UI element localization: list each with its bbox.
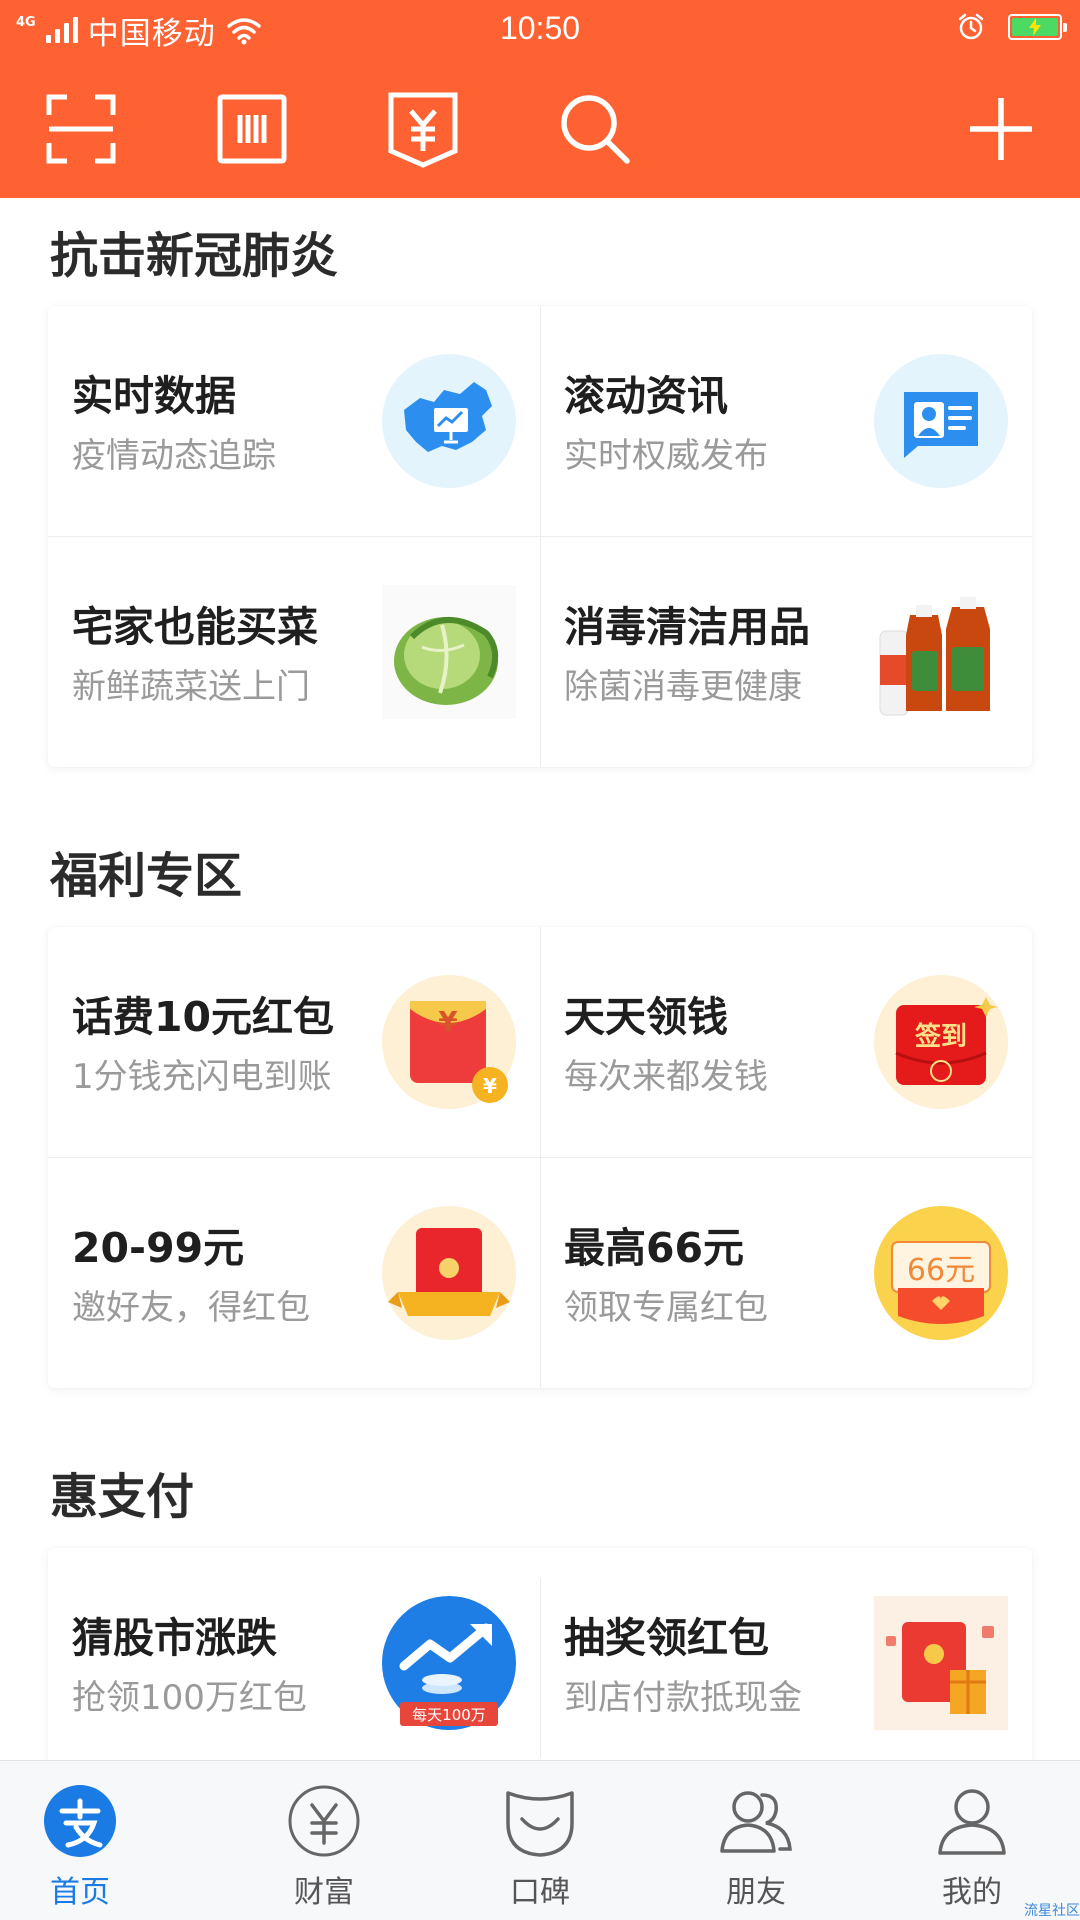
- koubei-smile-icon: [506, 1791, 574, 1857]
- welfare-card: 话费10元红包 1分钱充闪电到账 ¥ ¥ 天天领钱 每次来都发钱 签到 20-9…: [48, 927, 1032, 1388]
- lottery-packet-item[interactable]: 抽奖领红包 到店付款抵现金: [540, 1548, 1032, 1760]
- checkin-text: 签到: [915, 1021, 967, 1052]
- rolling-news-item[interactable]: 滚动资讯 实时权威发布: [540, 306, 1032, 536]
- phone-bill-packet-item[interactable]: 话费10元红包 1分钱充闪电到账 ¥ ¥: [48, 927, 540, 1157]
- daily-money-item[interactable]: 天天领钱 每次来都发钱 签到: [540, 927, 1032, 1157]
- profile-icon: [938, 1789, 1006, 1855]
- bottom-nav: 首页 财富 口碑 朋友 我的 流星社区: [0, 1760, 1080, 1920]
- item-title: 话费10元红包: [72, 993, 335, 1041]
- item-title: 20-99元: [72, 1224, 245, 1272]
- wealth-yuan-icon: [288, 1785, 360, 1857]
- item-subtitle: 新鲜蔬菜送上门: [72, 667, 310, 707]
- tab-label: 首页: [50, 1875, 110, 1910]
- item-subtitle: 实时权威发布: [564, 436, 768, 476]
- scan-icon[interactable]: [36, 84, 126, 174]
- watermark: 流星社区: [1024, 1903, 1080, 1919]
- coupon-text: 66元: [907, 1253, 975, 1288]
- lottery-red-packet-icon: [874, 1596, 1008, 1730]
- covid-card: 实时数据 疫情动态追踪 滚动资讯 实时权威发布 宅家也能买菜 新鲜蔬菜送上门 消…: [48, 306, 1032, 767]
- news-card-icon: [874, 354, 1008, 488]
- item-subtitle: 1分钱充闪电到账: [72, 1057, 332, 1097]
- item-title: 宅家也能买菜: [72, 603, 318, 651]
- battery-charging-icon: [1008, 14, 1067, 40]
- item-title: 实时数据: [72, 372, 236, 420]
- tab-label: 朋友: [726, 1875, 786, 1910]
- item-title: 猜股市涨跌: [72, 1614, 277, 1662]
- cabbage-image: [382, 585, 516, 719]
- disinfectant-bottles-image: [874, 585, 1008, 719]
- buy-vegetables-item[interactable]: 宅家也能买菜 新鲜蔬菜送上门: [48, 537, 540, 767]
- item-subtitle: 每次来都发钱: [564, 1057, 768, 1097]
- section-title-welfare: 福利专区: [50, 848, 243, 904]
- section-title-pay: 惠支付: [50, 1469, 195, 1525]
- checkin-red-packet-icon: 签到: [874, 975, 1008, 1109]
- alarm-icon: [958, 13, 984, 40]
- item-title: 滚动资讯: [564, 372, 728, 420]
- realtime-data-item[interactable]: 实时数据 疫情动态追踪: [48, 306, 540, 536]
- tab-profile[interactable]: 我的: [892, 1781, 1052, 1911]
- item-subtitle: 除菌消毒更健康: [564, 667, 802, 707]
- item-title: 抽奖领红包: [564, 1614, 769, 1662]
- alipay-home-icon: [44, 1785, 116, 1857]
- tab-wealth[interactable]: 财富: [244, 1781, 404, 1911]
- disinfectant-item[interactable]: 消毒清洁用品 除菌消毒更健康: [540, 537, 1032, 767]
- item-title: 最高66元: [564, 1224, 745, 1272]
- stock-badge-text: 每天100万: [412, 1706, 486, 1724]
- invite-red-packet-icon: [382, 1206, 516, 1340]
- pay-card: 猜股市涨跌 抢领100万红包 每天100万 抽奖领红包 到店付款抵现金: [48, 1548, 1032, 1760]
- home-content: 抗击新冠肺炎 实时数据 疫情动态追踪 滚动资讯 实时权威发布 宅家也能买菜 新鲜…: [0, 198, 1080, 1760]
- clock: 10:50: [499, 10, 581, 46]
- receive-money-icon[interactable]: [378, 84, 468, 174]
- tab-friends[interactable]: 朋友: [676, 1781, 836, 1911]
- max-66-packet-item[interactable]: 最高66元 领取专属红包 66元: [540, 1158, 1032, 1388]
- top-action-bar: [0, 60, 1080, 198]
- barcode-pay-icon[interactable]: [207, 84, 297, 174]
- china-map-icon: [382, 354, 516, 488]
- invite-friends-item[interactable]: 20-99元 邀好友，得红包: [48, 1158, 540, 1388]
- search-icon[interactable]: [550, 84, 640, 174]
- svg-text:¥: ¥: [438, 1005, 458, 1038]
- add-icon[interactable]: [956, 84, 1046, 174]
- status-right: [956, 12, 1067, 42]
- item-title: 消毒清洁用品: [564, 603, 810, 651]
- item-subtitle: 邀好友，得红包: [72, 1288, 310, 1328]
- coupon-66-icon: 66元: [874, 1206, 1008, 1340]
- item-subtitle: 抢领100万红包: [72, 1678, 307, 1718]
- item-subtitle: 领取专属红包: [564, 1288, 768, 1328]
- stock-trend-icon: 每天100万: [382, 1596, 516, 1730]
- tab-label: 财富: [294, 1875, 354, 1910]
- item-subtitle: 疫情动态追踪: [72, 436, 276, 476]
- status-bar: 4G 中国移动 10:50: [0, 0, 1080, 60]
- item-title: 天天领钱: [564, 993, 728, 1041]
- item-subtitle: 到店付款抵现金: [564, 1678, 802, 1718]
- svg-text:¥: ¥: [483, 1074, 497, 1098]
- guess-stock-item[interactable]: 猜股市涨跌 抢领100万红包 每天100万: [48, 1548, 540, 1760]
- friends-icon: [720, 1791, 792, 1853]
- tab-home[interactable]: 首页: [0, 1781, 160, 1911]
- tab-label: 口碑: [510, 1875, 570, 1910]
- section-title-covid: 抗击新冠肺炎: [50, 228, 339, 284]
- phone-red-packet-icon: ¥ ¥: [382, 975, 516, 1109]
- tab-koubei[interactable]: 口碑: [460, 1781, 620, 1911]
